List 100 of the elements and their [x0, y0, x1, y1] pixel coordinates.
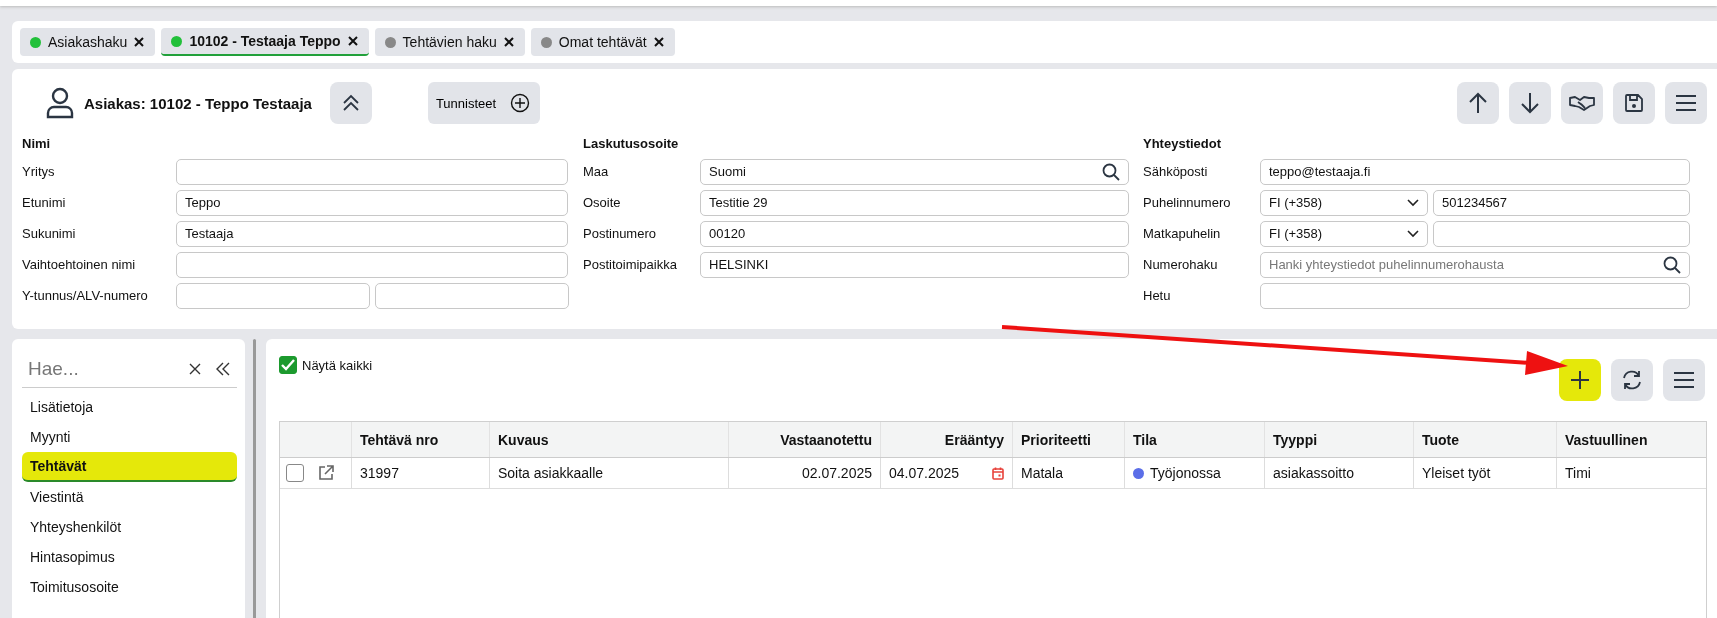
text-field[interactable]: [1260, 282, 1690, 309]
toolbar-button[interactable]: [1613, 82, 1655, 124]
sidebar-item[interactable]: Lisätietoja: [22, 392, 237, 422]
text-field[interactable]: [375, 282, 569, 309]
calendar-icon[interactable]: [992, 466, 1004, 480]
date-cell: 02.07.2025: [801, 465, 872, 481]
text-field[interactable]: Testaaja: [176, 220, 568, 247]
sidebar-item[interactable]: Yhteyshenkilöt: [22, 512, 237, 542]
field-label: Postinumero: [583, 226, 657, 241]
chevron-down-icon: [1407, 198, 1419, 207]
task-number-cell: 31997: [360, 465, 399, 481]
sidebar-item[interactable]: Toimitusosoite: [22, 572, 237, 602]
field-label: Hetu: [1143, 288, 1172, 303]
field-label: Sukunimi: [22, 226, 77, 241]
toolbar-button[interactable]: [1457, 82, 1499, 124]
priority-cell: Matala: [1021, 465, 1064, 481]
text-field[interactable]: [176, 158, 568, 185]
owner-cell: Timi: [1565, 465, 1591, 481]
phone-field[interactable]: 501234567: [1433, 189, 1690, 216]
menu-icon: [1675, 94, 1697, 112]
section-heading: Yhteystiedot: [1143, 135, 1222, 153]
tab[interactable]: Asiakashaku: [20, 28, 156, 56]
collapse-button[interactable]: [329, 82, 372, 124]
toolbar-button[interactable]: [1665, 82, 1707, 124]
sidebar-item[interactable]: Viestintä: [22, 482, 237, 512]
field-label: Maa: [583, 164, 610, 179]
country-dropdown[interactable]: FI (+358): [1260, 189, 1428, 216]
field-label: Postitoimipaikka: [583, 257, 678, 272]
section-heading: Laskutusosoite: [583, 135, 680, 153]
status-cell: Työjonossa: [1150, 465, 1221, 481]
checkbox-label: Näytä kaikki: [302, 357, 373, 373]
close-icon[interactable]: [503, 37, 514, 47]
text-field[interactable]: [176, 251, 568, 278]
plus-icon: [1570, 370, 1590, 390]
handshake-icon: [1569, 95, 1595, 111]
product-cell: Yleiset työt: [1422, 465, 1491, 481]
due-date-cell: 04.07.2025: [889, 465, 960, 481]
close-icon[interactable]: [134, 37, 145, 47]
sidebar-item[interactable]: Myynti: [22, 422, 237, 452]
column-header[interactable]: Tehtävä nro: [360, 431, 439, 448]
field-label: Osoite: [583, 195, 622, 210]
close-icon[interactable]: [189, 363, 201, 375]
arrow-up-icon: [1468, 92, 1488, 114]
tab[interactable]: 10102 - Testaaja Teppo: [161, 28, 369, 56]
country-dropdown[interactable]: FI (+358): [1260, 220, 1428, 247]
text-field[interactable]: teppo@testaaja.fi: [1260, 158, 1690, 185]
search-icon: [1663, 255, 1681, 274]
refresh-icon: [1621, 369, 1643, 391]
arrow-down-icon: [1520, 92, 1540, 114]
tags-button[interactable]: Tunnisteet: [427, 82, 540, 124]
tab[interactable]: Tehtävien haku: [374, 28, 525, 56]
search-field[interactable]: Suomi: [700, 158, 1129, 185]
section-heading: Nimi: [22, 135, 52, 153]
column-header[interactable]: Tuote: [1422, 431, 1460, 448]
checkbox[interactable]: [279, 356, 297, 374]
description-cell: Soita asiakkaalle: [498, 465, 604, 481]
column-header[interactable]: Vastaanotettu: [780, 431, 872, 448]
text-field[interactable]: Teppo: [176, 189, 568, 216]
search-icon: [1102, 162, 1120, 181]
field-label: Etunimi: [22, 195, 67, 210]
column-header[interactable]: Prioriteetti: [1021, 431, 1091, 448]
close-icon[interactable]: [653, 37, 664, 47]
toolbar-button[interactable]: [1611, 359, 1653, 401]
toolbar-button[interactable]: [1559, 359, 1601, 401]
column-header[interactable]: Tila: [1133, 431, 1157, 448]
column-header[interactable]: Kuvaus: [498, 431, 549, 448]
collapse-icon[interactable]: [215, 362, 231, 376]
open-external-icon[interactable]: [318, 465, 334, 481]
tab[interactable]: Omat tehtävät: [530, 28, 675, 56]
column-header[interactable]: Tyyppi: [1273, 431, 1318, 448]
column-header[interactable]: Erääntyy: [944, 431, 1004, 448]
field-label: Vaihtoehtoinen nimi: [22, 257, 137, 272]
field-label: Y-tunnus/ALV-numero: [22, 288, 149, 303]
text-field[interactable]: Testitie 29: [700, 189, 1129, 216]
search-field[interactable]: Hae...: [28, 358, 175, 380]
sidebar-item[interactable]: Hintasopimus: [22, 542, 237, 572]
search-field[interactable]: Hanki yhteystiedot puhelinnumerohausta: [1260, 251, 1690, 278]
toolbar-button[interactable]: [1509, 82, 1551, 124]
column-header[interactable]: Vastuullinen: [1565, 431, 1648, 448]
field-label: Numerohaku: [1143, 257, 1219, 272]
text-field[interactable]: 00120: [700, 220, 1129, 247]
text-field[interactable]: [176, 282, 370, 309]
phone-field[interactable]: [1433, 220, 1690, 247]
scrollbar[interactable]: [253, 339, 256, 618]
field-value: Suomi: [709, 164, 747, 179]
toolbar-button[interactable]: [1561, 82, 1603, 124]
plus-circle-icon: [509, 93, 530, 113]
customer-title: Asiakas: 10102 - Teppo Testaaja: [84, 94, 312, 112]
field-label: Yritys: [22, 164, 56, 179]
toolbar-button[interactable]: [1663, 359, 1705, 401]
sidebar-item[interactable]: Tehtävät: [22, 452, 237, 482]
menu-icon: [1673, 371, 1695, 389]
row-checkbox[interactable]: [286, 464, 304, 482]
text-field[interactable]: HELSINKI: [700, 251, 1129, 278]
save-icon: [1624, 93, 1644, 113]
close-icon[interactable]: [347, 36, 358, 46]
chevron-down-icon: [1407, 229, 1419, 238]
person-icon: [46, 87, 74, 119]
field-label: Puhelinnumero: [1143, 195, 1232, 210]
field-label: Sähköposti: [1143, 164, 1209, 179]
